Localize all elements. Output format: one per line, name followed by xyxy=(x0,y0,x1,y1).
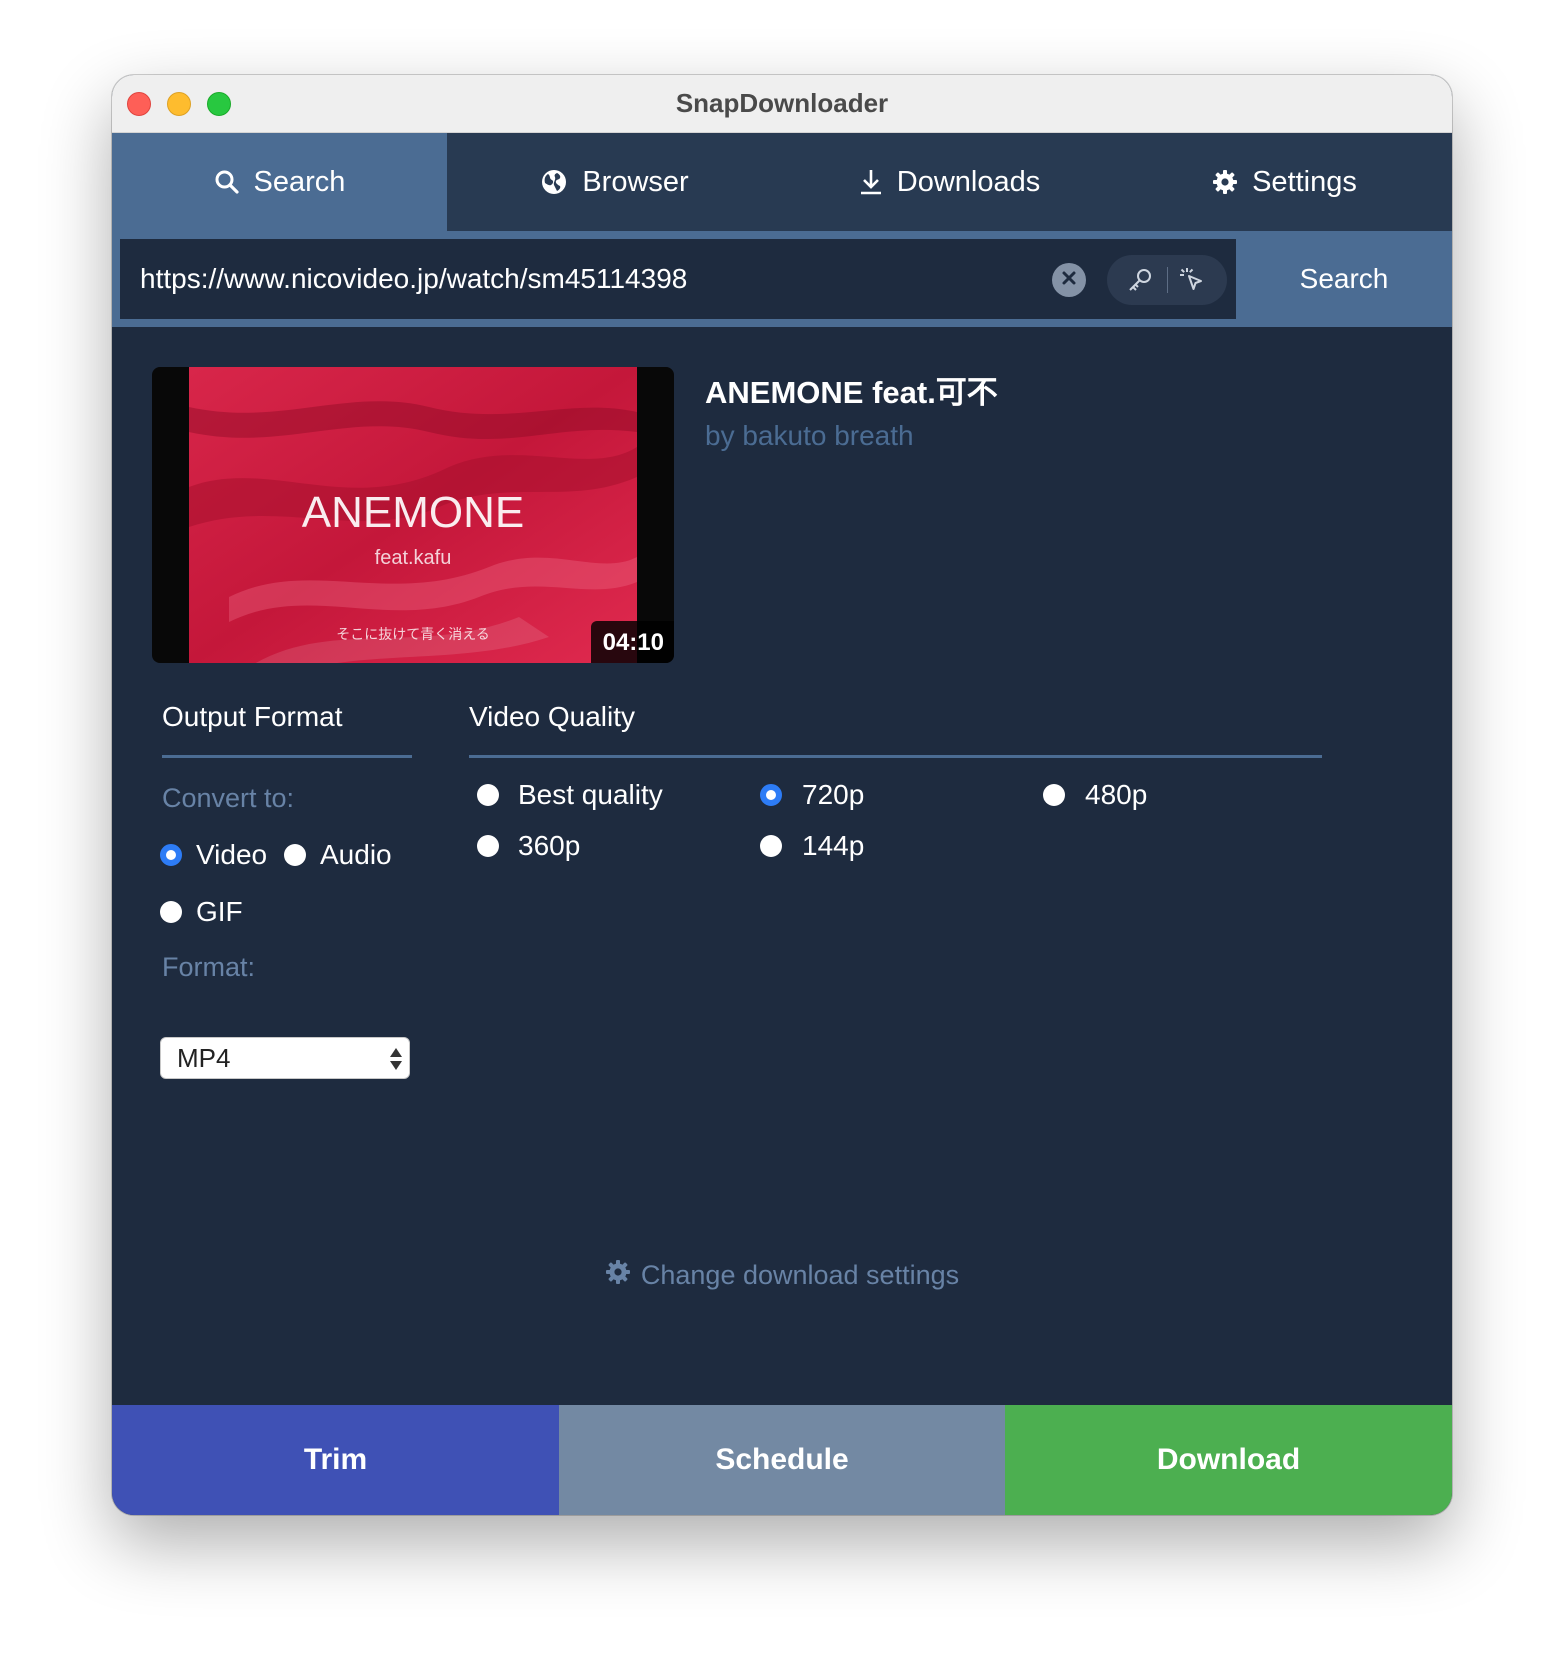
download-icon xyxy=(859,168,883,196)
video-quality-heading: Video Quality xyxy=(469,701,636,732)
video-duration: 04:10 xyxy=(590,621,674,663)
tab-browser[interactable]: Browser xyxy=(447,133,782,231)
schedule-button[interactable]: Schedule xyxy=(559,1405,1005,1515)
download-button[interactable]: Download xyxy=(1005,1405,1452,1515)
search-bar: https://www.nicovideo.jp/watch/sm4511439… xyxy=(112,231,1452,327)
output-format-divider xyxy=(162,755,412,758)
url-tools xyxy=(1107,255,1227,305)
thumbnail-subtitle: feat.kafu xyxy=(375,547,452,569)
url-input[interactable]: https://www.nicovideo.jp/watch/sm4511439… xyxy=(120,239,1236,319)
video-radio[interactable] xyxy=(160,844,182,866)
gif-radio[interactable] xyxy=(160,901,182,923)
tab-settings-label: Settings xyxy=(1252,165,1357,198)
clear-url-button[interactable] xyxy=(1052,263,1086,297)
window-title: SnapDownloader xyxy=(675,88,889,118)
globe-icon xyxy=(540,168,568,196)
quality-radio-144p[interactable] xyxy=(760,835,782,857)
video-title: ANEMONE feat.可不 xyxy=(705,375,998,410)
close-icon xyxy=(1061,270,1077,291)
gear-icon xyxy=(1212,169,1238,195)
gear-icon xyxy=(605,1259,631,1292)
audio-radio-label[interactable]: Audio xyxy=(320,839,392,871)
video-thumbnail: ANEMONE feat.kafu そこに抜けて青く消える 04:10 xyxy=(152,367,674,663)
output-format-heading: Output Format xyxy=(162,701,343,732)
search-icon xyxy=(214,169,240,195)
tab-downloads-label: Downloads xyxy=(896,165,1041,198)
title-bar: SnapDownloader xyxy=(112,75,1452,133)
change-download-settings-label[interactable]: Change download settings xyxy=(641,1260,959,1291)
quality-radio-480p[interactable] xyxy=(1043,784,1065,806)
gif-radio-label[interactable]: GIF xyxy=(196,896,243,928)
url-input-value[interactable]: https://www.nicovideo.jp/watch/sm4511439… xyxy=(140,239,687,319)
format-select[interactable]: MP4 xyxy=(160,1037,410,1079)
main-tab-bar: Search Browser Downloads Settings xyxy=(112,133,1452,231)
change-download-settings-link[interactable]: Change download settings xyxy=(112,1255,1452,1295)
search-button[interactable]: Search xyxy=(1236,231,1452,327)
tab-browser-label: Browser xyxy=(582,165,689,198)
video-author: by bakuto breath xyxy=(705,420,914,451)
tab-settings[interactable]: Settings xyxy=(1117,133,1452,231)
quality-radio-best[interactable] xyxy=(477,784,499,806)
quality-label-360p[interactable]: 360p xyxy=(518,830,580,862)
tab-downloads[interactable]: Downloads xyxy=(782,133,1117,231)
trim-button[interactable]: Trim xyxy=(112,1405,559,1515)
video-quality-divider xyxy=(469,755,1322,758)
app-window: SnapDownloader Search Browser Downloads … xyxy=(112,75,1452,1515)
thumbnail-artwork: ANEMONE feat.kafu そこに抜けて青く消える xyxy=(189,367,637,663)
action-bar: Trim Schedule Download xyxy=(112,1405,1452,1515)
convert-to-label: Convert to: xyxy=(162,783,295,813)
tab-search[interactable]: Search xyxy=(112,133,447,231)
select-arrows-icon xyxy=(389,1046,403,1077)
tab-search-label: Search xyxy=(253,165,346,198)
video-radio-label[interactable]: Video xyxy=(196,839,267,871)
quality-radio-360p[interactable] xyxy=(477,835,499,857)
cursor-click-icon[interactable] xyxy=(1177,265,1207,300)
format-select-value: MP4 xyxy=(177,1043,231,1073)
tools-divider xyxy=(1167,267,1168,293)
thumbnail-title: ANEMONE xyxy=(302,488,524,537)
format-label: Format: xyxy=(162,952,256,982)
quality-label-best[interactable]: Best quality xyxy=(518,779,663,811)
thumbnail-caption: そこに抜けて青く消える xyxy=(336,627,490,643)
audio-radio[interactable] xyxy=(284,844,306,866)
key-icon[interactable] xyxy=(1125,265,1155,300)
quality-label-720p[interactable]: 720p xyxy=(802,779,864,811)
quality-label-480p[interactable]: 480p xyxy=(1085,779,1147,811)
quality-radio-720p[interactable] xyxy=(760,784,782,806)
quality-label-144p[interactable]: 144p xyxy=(802,830,864,862)
